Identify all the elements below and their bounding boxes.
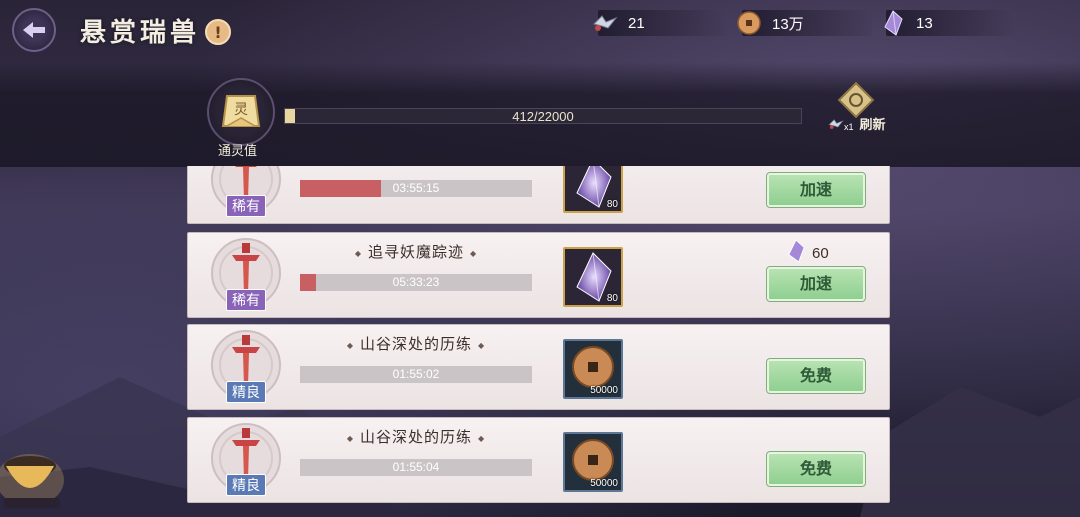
free-button[interactable]: 免费 <box>766 358 866 394</box>
quest-timer: 01:55:02 <box>392 367 440 381</box>
quest-name: 追寻妖魔踪迹 <box>300 166 532 168</box>
quest-card[interactable]: 稀有 追寻妖魔踪迹 03:55:15 80 加速 <box>187 166 890 224</box>
rarity-badge: 稀有 <box>226 289 266 311</box>
arrow-left-icon <box>23 22 45 38</box>
speedup-cost: 60 <box>786 239 829 267</box>
refresh-icon <box>837 81 875 119</box>
reward-slot[interactable]: 50000 <box>563 432 623 492</box>
spirit-badge[interactable]: 灵 <box>207 78 275 146</box>
spirit-talisman-icon: 灵 <box>221 95 261 127</box>
speedup-button[interactable]: 加速 <box>766 266 866 302</box>
rarity-badge: 精良 <box>226 474 266 496</box>
spirit-progress-bar: 412/22000 <box>284 108 802 124</box>
rarity-badge: 稀有 <box>226 195 266 217</box>
quest-timer-bar: 03:55:15 <box>300 180 532 197</box>
rarity-badge: 精良 <box>226 381 266 403</box>
svg-text:灵: 灵 <box>234 102 248 118</box>
reward-quantity: 50000 <box>590 385 618 396</box>
resource-paper-crane[interactable]: 21 <box>593 10 728 36</box>
quest-timer: 01:55:04 <box>392 460 440 474</box>
reward-slot[interactable]: 80 <box>563 166 623 213</box>
reward-slot[interactable]: 80 <box>563 247 623 307</box>
quest-timer-bar: 05:33:23 <box>300 274 532 291</box>
purple-crystal-icon <box>880 10 906 36</box>
resource-value: 13万 <box>772 15 804 33</box>
free-button[interactable]: 免费 <box>766 451 866 487</box>
reward-quantity: 80 <box>606 199 618 210</box>
resource-value: 13 <box>916 14 933 32</box>
quest-list[interactable]: 稀有 追寻妖魔踪迹 03:55:15 80 加速 稀有 追寻妖魔踪迹 05:33… <box>187 166 890 517</box>
spirit-label: 通灵值 <box>218 144 258 159</box>
reward-quantity: 50000 <box>590 478 618 489</box>
resource-copper-coin[interactable]: 13万 <box>737 10 872 36</box>
quest-name: 山谷深处的历练 <box>300 426 532 447</box>
quest-card[interactable]: 稀有 追寻妖魔踪迹 05:33:23 80 60 加速 <box>187 232 890 318</box>
quest-timer-bar: 01:55:04 <box>300 459 532 476</box>
refresh-cost-count: x1 <box>844 121 854 132</box>
lantern-icon[interactable] <box>0 440 72 517</box>
speedup-cost-value: 60 <box>812 244 829 262</box>
back-button[interactable] <box>12 8 56 52</box>
quest-timer: 03:55:15 <box>392 181 440 195</box>
quest-name: 山谷深处的历练 <box>300 333 532 354</box>
info-button[interactable]: ! <box>205 19 231 45</box>
refresh-cost: x1 刷新 <box>828 114 886 133</box>
quest-card[interactable]: 精良 山谷深处的历练 01:55:02 50000 免费 <box>187 324 890 410</box>
quest-timer-bar: 01:55:02 <box>300 366 532 383</box>
copper-coin-icon <box>736 10 762 36</box>
quest-timer: 05:33:23 <box>392 275 440 289</box>
reward-slot[interactable]: 50000 <box>563 339 623 399</box>
quest-card[interactable]: 精良 山谷深处的历练 01:55:04 50000 免费 <box>187 417 890 503</box>
resource-purple-crystal[interactable]: 13 <box>884 10 1016 36</box>
resource-value: 21 <box>628 14 645 32</box>
quest-name: 追寻妖魔踪迹 <box>300 241 532 262</box>
refresh-label: 刷新 <box>859 118 886 133</box>
speedup-button[interactable]: 加速 <box>766 172 866 208</box>
spirit-progress-text: 412/22000 <box>512 109 574 124</box>
paper-crane-icon <box>828 118 844 129</box>
paper-crane-icon <box>592 10 618 36</box>
purple-crystal-icon <box>786 239 806 267</box>
reward-quantity: 80 <box>606 293 618 304</box>
page-title: 悬赏瑞兽 <box>80 18 201 48</box>
